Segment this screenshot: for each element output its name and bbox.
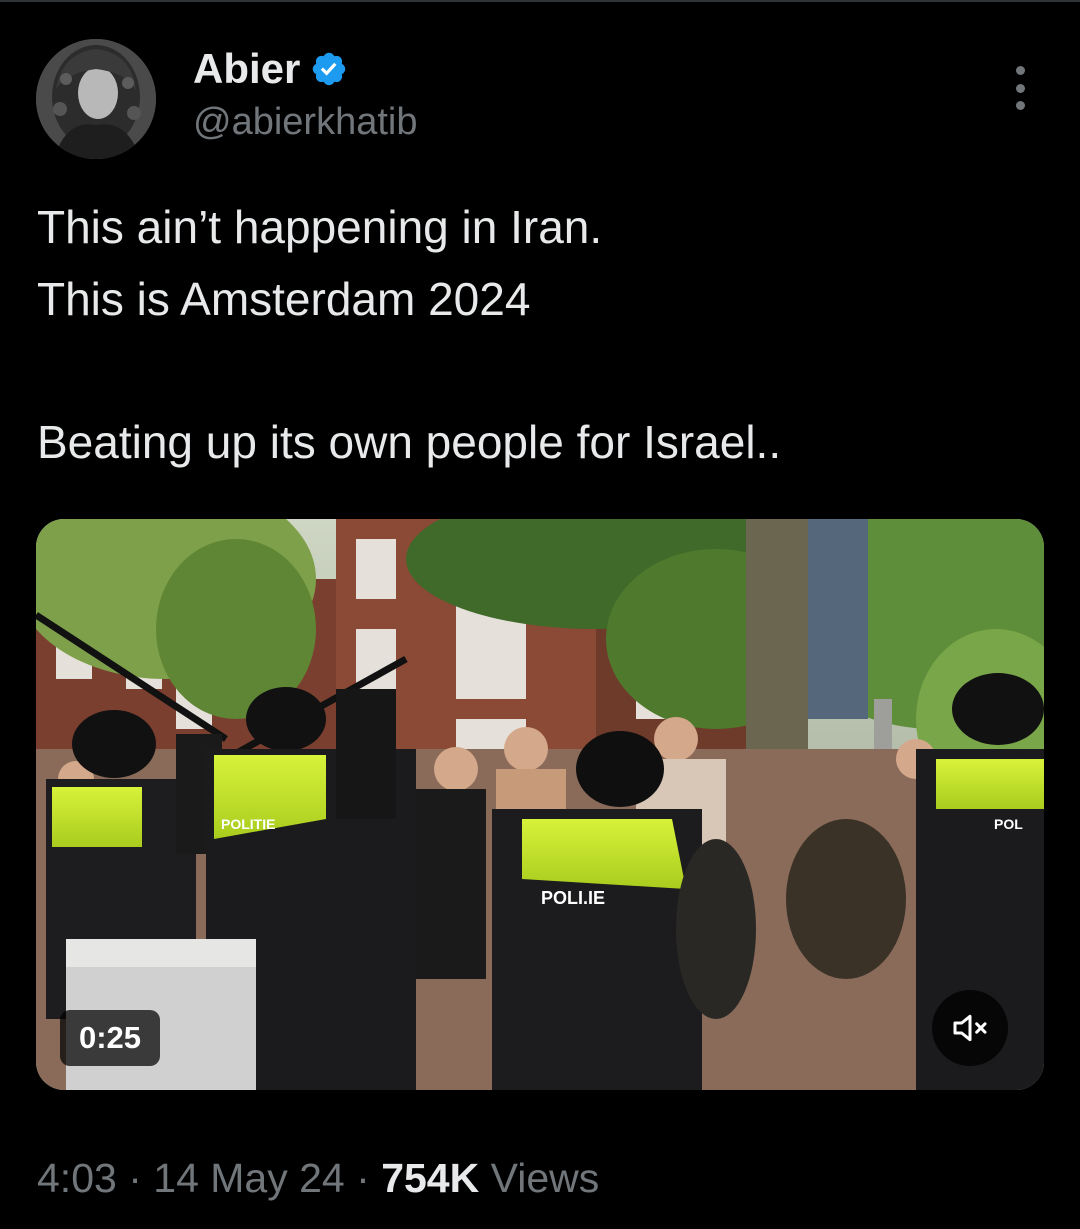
author-avatar[interactable] <box>36 39 156 159</box>
avatar-image <box>36 39 156 159</box>
more-options-icon[interactable] <box>1006 66 1034 110</box>
tweet-line: This ain’t happening in Iran. <box>37 201 603 253</box>
more-dot <box>1015 101 1025 110</box>
video-duration-badge: 0:25 <box>60 1010 160 1066</box>
vest-label: POLITIE <box>221 816 275 832</box>
more-dot <box>1015 66 1025 75</box>
video-frame: POLITIE POLI.IE POL <box>36 519 1044 1090</box>
tweet-meta: 4:03 · 14 May 24 · 754K Views <box>37 1150 599 1206</box>
vest-label: POL <box>994 816 1023 832</box>
tweet-text: This ain’t happening in Iran. This is Am… <box>37 191 1037 478</box>
tweet-line: This is Amsterdam 2024 <box>37 273 531 325</box>
tweet-date[interactable]: 14 May 24 <box>153 1155 344 1201</box>
author-handle[interactable]: @abierkhatib <box>193 98 417 146</box>
vest-label: POLI.IE <box>541 888 605 908</box>
author-name-row[interactable]: Abier <box>193 44 348 94</box>
video-player[interactable]: POLITIE POLI.IE POL 0:25 <box>36 519 1044 1090</box>
top-divider <box>0 0 1080 2</box>
views-count[interactable]: 754K <box>381 1155 479 1201</box>
meta-separator: · <box>356 1155 370 1201</box>
views-label: Views <box>490 1155 600 1201</box>
more-dot <box>1015 83 1025 93</box>
verified-badge-icon <box>310 50 348 88</box>
tweet-time[interactable]: 4:03 <box>37 1155 117 1201</box>
speaker-muted-icon <box>953 1014 987 1042</box>
author-display-name[interactable]: Abier <box>193 44 300 94</box>
mute-button[interactable] <box>932 990 1008 1066</box>
tweet-line: Beating up its own people for Israel.. <box>37 416 782 468</box>
meta-separator: · <box>128 1155 142 1201</box>
